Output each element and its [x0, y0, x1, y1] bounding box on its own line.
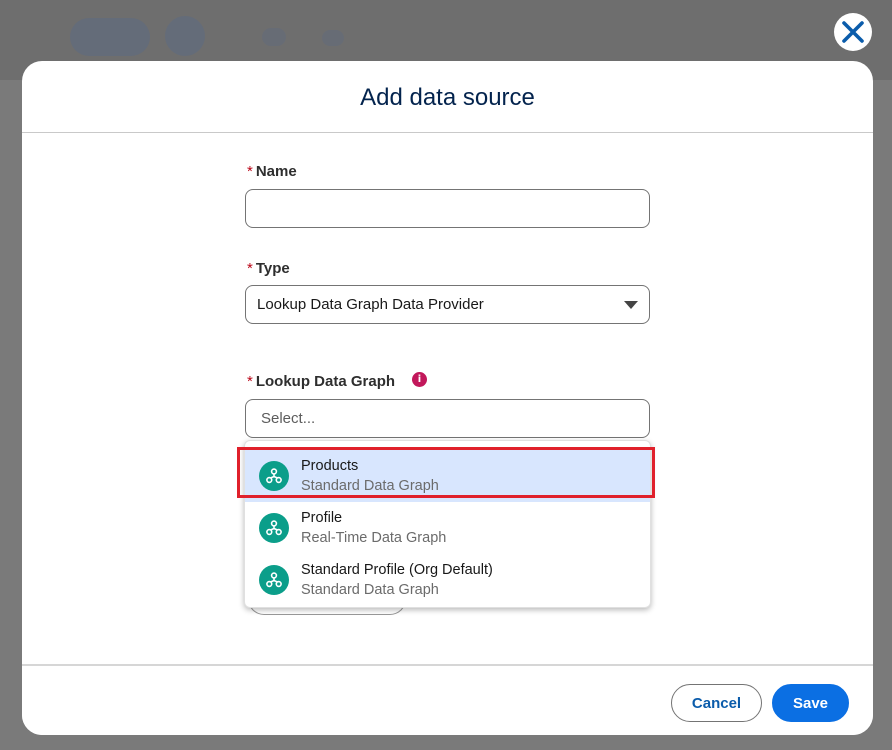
name-input[interactable]	[245, 189, 650, 228]
option-profile[interactable]: Profile Real-Time Data Graph	[245, 502, 650, 554]
option-title: Profile	[301, 509, 343, 526]
option-subtitle: Standard Data Graph	[301, 581, 439, 598]
required-marker: *	[247, 260, 253, 277]
option-title: Products	[301, 457, 359, 474]
required-marker: *	[247, 163, 253, 180]
background-element	[165, 16, 205, 56]
type-label-text: Type	[255, 260, 290, 277]
name-label-text: Name	[255, 163, 297, 180]
background-element	[322, 30, 344, 46]
type-select[interactable]: Lookup Data Graph Data Provider	[245, 285, 650, 324]
required-marker: *	[247, 373, 253, 390]
cancel-button[interactable]: Cancel	[671, 684, 762, 722]
modal-footer: Cancel Save	[22, 664, 873, 735]
type-label: * Type	[247, 260, 290, 277]
chevron-down-icon	[624, 301, 638, 309]
info-icon[interactable]: i	[412, 372, 427, 387]
data-graph-icon	[259, 513, 289, 543]
add-data-source-modal: Add data source * Name * Type Lookup Data …	[22, 61, 873, 735]
lookup-data-graph-input[interactable]	[245, 399, 650, 438]
background-element	[262, 28, 286, 46]
modal-header: Add data source	[22, 61, 873, 133]
option-products[interactable]: Products Standard Data Graph	[245, 450, 650, 502]
save-button[interactable]: Save	[772, 684, 849, 722]
lookup-data-graph-label: * Lookup Data Graph	[247, 373, 395, 390]
lookup-data-graph-label-text: Lookup Data Graph	[255, 373, 396, 390]
option-subtitle: Real-Time Data Graph	[301, 529, 447, 546]
option-subtitle: Standard Data Graph	[301, 477, 439, 494]
modal-title: Add data source	[360, 83, 535, 111]
close-icon	[842, 21, 864, 43]
type-selected-value: Lookup Data Graph Data Provider	[257, 296, 484, 313]
option-standard-profile[interactable]: Standard Profile (Org Default) Standard …	[245, 554, 650, 606]
name-label: * Name	[247, 163, 297, 180]
close-button[interactable]	[834, 13, 872, 51]
data-graph-icon	[259, 565, 289, 595]
data-graph-icon	[259, 461, 289, 491]
option-title: Standard Profile (Org Default)	[301, 561, 493, 578]
background-element	[70, 18, 150, 56]
lookup-data-graph-dropdown: Products Standard Data Graph Profile Rea…	[244, 440, 651, 608]
